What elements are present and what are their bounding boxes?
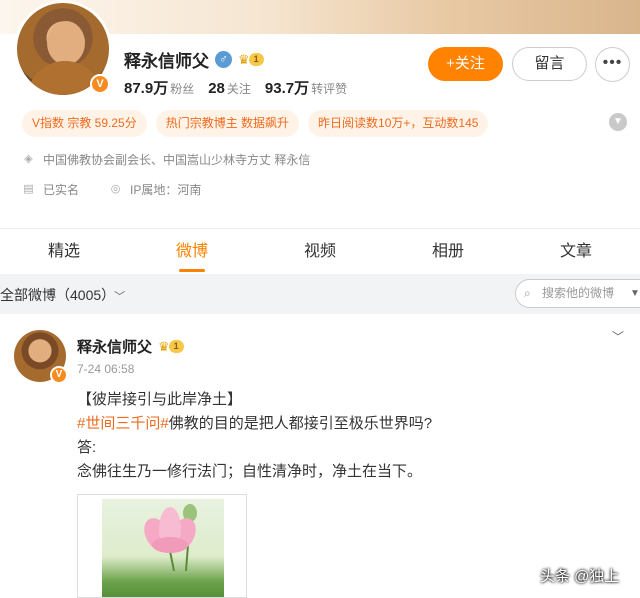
chevron-down-icon[interactable]: ▼ bbox=[609, 113, 627, 131]
lotus-flower-image bbox=[144, 504, 197, 571]
more-options-button[interactable]: ••• bbox=[595, 47, 630, 82]
location-icon: ◎ bbox=[110, 183, 121, 195]
id-card-icon: ▤ bbox=[23, 183, 34, 195]
tab-albums[interactable]: 相册 bbox=[384, 229, 512, 274]
post-search-input[interactable]: ⌕ 搜索他的微博 ▼ bbox=[515, 279, 640, 308]
tab-videos[interactable]: 视频 bbox=[256, 229, 384, 274]
followers-stat[interactable]: 87.9万 粉丝 bbox=[124, 77, 194, 98]
post-card: V 释永信师父 ♛ 1 7-24 06:58 ﹀ 【彼岸接引与此岸净土】 #世间… bbox=[0, 314, 640, 598]
chevron-down-icon: ﹀ bbox=[114, 291, 126, 303]
follow-button[interactable]: +关注 bbox=[428, 47, 503, 81]
post-timestamp[interactable]: 7-24 06:58 bbox=[77, 362, 134, 376]
profile-tags: V指数 宗教 59.25分 热门宗教博主 数据飙升 昨日阅读数10万+，互动数1… bbox=[22, 110, 489, 137]
chevron-down-icon[interactable]: ﹀ bbox=[612, 328, 624, 345]
post-text: 【彼岸接引与此岸净土】 #世间三千问#佛教的目的是把人都接引至极乐世界吗? 答:… bbox=[77, 391, 433, 480]
profile-title-info: ◈ 中国佛教协会副会长、中国嵩山少林寺方丈 释永信 bbox=[22, 151, 310, 168]
profile-stats: 87.9万 粉丝 28 关注 93.7万 转评赞 bbox=[124, 77, 347, 98]
tag-hot-blogger[interactable]: 热门宗教博主 数据飙升 bbox=[155, 110, 300, 137]
tag-reads[interactable]: 昨日阅读数10万+，互动数145 bbox=[308, 110, 489, 137]
reposts-stat[interactable]: 93.7万 转评赞 bbox=[265, 77, 347, 98]
tab-articles[interactable]: 文章 bbox=[512, 229, 640, 274]
post-author-name[interactable]: 释永信师父 bbox=[77, 336, 152, 357]
verified-badge-icon: V bbox=[90, 74, 110, 94]
hashtag-link[interactable]: #世间三千问# bbox=[77, 415, 169, 432]
post-filter-dropdown[interactable]: 全部微博（4005） ﹀ bbox=[0, 285, 125, 305]
profile-meta-info: ▤ 已实名 ◎ IP属地：河南 bbox=[23, 183, 202, 197]
male-icon: ♂ bbox=[215, 51, 232, 68]
member-crown-icon[interactable]: ♛ 1 bbox=[238, 52, 264, 67]
profile-tabs: 精选 微博 视频 相册 文章 bbox=[0, 228, 640, 274]
verified-info-icon: ◈ bbox=[24, 153, 33, 165]
tag-v-index[interactable]: V指数 宗教 59.25分 bbox=[22, 110, 147, 137]
member-crown-icon[interactable]: ♛ 1 bbox=[158, 339, 184, 354]
member-level: 1 bbox=[248, 53, 264, 66]
tab-weibo[interactable]: 微博 bbox=[128, 229, 256, 274]
profile-name: 释永信师父 bbox=[124, 52, 209, 71]
post-filter-bar: 全部微博（4005） ﹀ ⌕ 搜索他的微博 ▼ bbox=[0, 274, 640, 314]
watermark: 头条 @独上 bbox=[540, 568, 620, 585]
message-button[interactable]: 留言 bbox=[512, 47, 587, 81]
search-icon: ⌕ bbox=[524, 286, 531, 300]
following-stat[interactable]: 28 关注 bbox=[208, 80, 251, 98]
tab-featured[interactable]: 精选 bbox=[0, 229, 128, 274]
profile-name-row: 释永信师父 ♂ ♛ 1 bbox=[124, 47, 264, 72]
verified-badge-icon: V bbox=[50, 366, 68, 384]
post-image[interactable] bbox=[77, 494, 247, 598]
member-level: 1 bbox=[168, 340, 184, 353]
caret-down-icon: ▼ bbox=[630, 288, 640, 299]
